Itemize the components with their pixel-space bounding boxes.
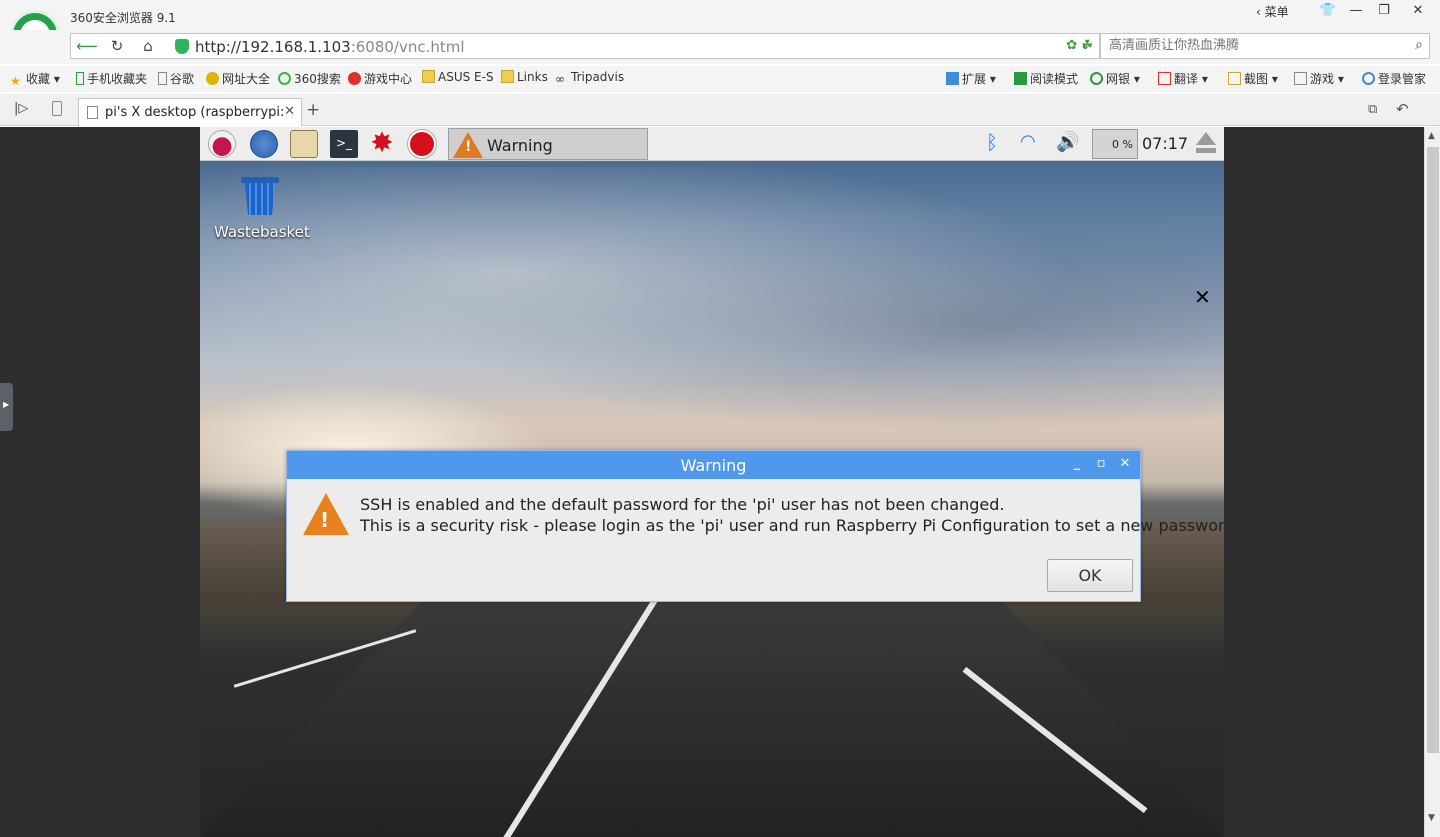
tool-translate[interactable]: 翻译 ▾	[1158, 70, 1208, 87]
page-icon	[87, 106, 98, 119]
bookmark-mobile[interactable]: 手机收藏夹	[76, 70, 147, 87]
page-content: ▶ >_ ✸ ! Warning ᛒ ◠ 🔊 0 % 07:17 Wasteba…	[0, 127, 1440, 837]
bookmark-asus[interactable]: ASUS E-S	[422, 70, 494, 84]
wifi-icon[interactable]: ◠	[1020, 131, 1036, 152]
key-icon	[1362, 72, 1375, 85]
wolfram-icon[interactable]	[406, 129, 438, 159]
dialog-titlebar[interactable]: Warning _ ▫ ✕	[287, 451, 1140, 479]
extensions-icon	[946, 72, 959, 85]
web-browser-icon[interactable]	[248, 129, 280, 159]
bookmark-links[interactable]: Links	[501, 70, 548, 84]
mathematica-icon[interactable]: ✸	[366, 129, 398, 159]
cpu-monitor: 0 %	[1092, 129, 1138, 159]
bluetooth-icon[interactable]: ᛒ	[986, 130, 998, 154]
wastebasket-label: Wastebasket	[214, 223, 310, 241]
taskbar-item-label: Warning	[487, 136, 553, 155]
lxde-panel: >_ ✸ ! Warning ᛒ ◠ 🔊 0 % 07:17	[200, 127, 1224, 161]
dialog-title: Warning	[680, 456, 747, 475]
scroll-up-icon[interactable]: ▲	[1428, 131, 1435, 141]
game-center-icon	[348, 72, 361, 85]
folder-icon	[501, 70, 514, 83]
reload-icon[interactable]: ↻	[104, 36, 130, 56]
page-icon	[158, 72, 167, 85]
scissors-icon	[1228, 72, 1241, 85]
browser-app-title: 360安全浏览器 9.1	[70, 11, 176, 25]
phone-icon	[76, 72, 84, 85]
security-shield-icon[interactable]	[175, 39, 189, 54]
terminal-icon[interactable]: >_	[328, 129, 360, 159]
menu-label: 菜单	[1264, 5, 1289, 19]
tab-label: pi's X desktop (raspberrypi:1)	[105, 105, 285, 120]
tab-vnc[interactable]: pi's X desktop (raspberrypi:1) ✕	[78, 98, 302, 126]
bookmark-favorites[interactable]: ★ 收藏 ▾	[10, 70, 60, 88]
gamepad-icon	[1294, 72, 1307, 85]
dialog-close-button[interactable]: ✕	[1115, 454, 1135, 474]
eject-icon[interactable]	[1196, 132, 1216, 145]
skin-icon[interactable]: 👕	[1314, 0, 1342, 22]
dialog-maximize-button[interactable]: ▫	[1091, 454, 1111, 474]
search-box[interactable]: ⌕	[1100, 33, 1430, 59]
wastebasket-desktop-item[interactable]: Wastebasket	[214, 177, 310, 241]
bookmark-google[interactable]: 谷歌	[158, 70, 194, 87]
scroll-down-icon[interactable]: ▼	[1428, 813, 1435, 823]
scrollbar-thumb[interactable]	[1427, 147, 1439, 753]
home-icon[interactable]: ⌂	[135, 36, 161, 56]
novnc-control-handle[interactable]: ▶	[0, 383, 13, 431]
volume-icon[interactable]: 🔊	[1056, 130, 1080, 153]
undo-close-icon[interactable]: ↶	[1396, 100, 1409, 118]
dialog-message-line2: This is a security risk - please login a…	[360, 516, 1224, 535]
bookmark-game-center[interactable]: 游戏中心	[348, 70, 412, 87]
address-row: ⟵ ↻ ⌂ http://192.168.1.103:6080/vnc.html…	[0, 30, 1440, 64]
vertical-scrollbar[interactable]: ▲ ▼	[1424, 127, 1440, 837]
address-bar[interactable]: ⟵ ↻ ⌂ http://192.168.1.103:6080/vnc.html…	[70, 33, 1100, 59]
tool-extensions[interactable]: 扩展 ▾	[946, 70, 996, 87]
bank-icon	[1090, 72, 1103, 85]
close-icon[interactable]: ✕	[1194, 285, 1211, 309]
restore-tab-icon[interactable]: ⧉	[1368, 102, 1377, 117]
dialog-message-line1: SSH is enabled and the default password …	[360, 495, 1005, 514]
trash-icon	[241, 177, 279, 217]
new-tab-button[interactable]: +	[306, 100, 320, 120]
minimize-button[interactable]: —	[1342, 0, 1370, 22]
tripadvisor-icon: ∞	[555, 72, 565, 86]
browser-titlebar: 360安全浏览器 9.1 ‹ 菜单 👕 — ❐ ✕	[0, 0, 1440, 30]
tool-games[interactable]: 游戏 ▾	[1294, 70, 1344, 87]
folder-icon	[422, 70, 435, 83]
hao360-icon	[206, 72, 219, 85]
mobile-sync-icon[interactable]	[52, 101, 62, 116]
tool-reader-mode[interactable]: 阅读模式	[1014, 70, 1078, 87]
browser-menu-button[interactable]: ‹ 菜单	[1256, 3, 1289, 20]
so360-icon	[278, 72, 291, 85]
back-icon[interactable]: ⟵	[74, 36, 100, 56]
search-icon[interactable]: ⌕	[1415, 37, 1423, 53]
restore-button[interactable]: ❐	[1370, 0, 1398, 22]
clock[interactable]: 07:17	[1142, 134, 1188, 153]
reader-icon	[1014, 72, 1027, 85]
url-history-dropdown-icon[interactable]: ⌄	[1080, 38, 1090, 52]
cpu-usage: 0 %	[1112, 138, 1133, 151]
star-icon: ★	[10, 74, 21, 88]
dialog-minimize-button[interactable]: _	[1067, 454, 1087, 474]
file-manager-icon[interactable]	[288, 129, 320, 159]
tab-strip: |▷ pi's X desktop (raspberrypi:1) ✕ + ⧉ …	[0, 94, 1440, 126]
bookmarks-bar: ★ 收藏 ▾ 手机收藏夹 谷歌 网址大全 360搜索 游戏中心 ASUS E-S …	[0, 66, 1440, 92]
translate-icon	[1158, 72, 1171, 85]
bookmark-hao360[interactable]: 网址大全	[206, 70, 270, 87]
bookmark-so360[interactable]: 360搜索	[278, 70, 341, 87]
ok-button[interactable]: OK	[1047, 559, 1133, 592]
raspberry-menu-icon[interactable]	[206, 129, 238, 159]
search-input[interactable]	[1109, 38, 1399, 53]
taskbar-item-warning[interactable]: ! Warning	[448, 128, 648, 160]
tool-screenshot[interactable]: 截图 ▾	[1228, 70, 1278, 87]
vnc-desktop[interactable]: >_ ✸ ! Warning ᛒ ◠ 🔊 0 % 07:17 Wastebask…	[200, 127, 1224, 837]
tab-close-icon[interactable]: ✕	[284, 104, 295, 119]
url-text[interactable]: http://192.168.1.103:6080/vnc.html	[195, 38, 465, 56]
tool-login-manager[interactable]: 登录管家	[1362, 70, 1426, 87]
bookmark-tripadvisor[interactable]: ∞ Tripadvis	[555, 70, 624, 86]
warning-dialog: Warning _ ▫ ✕ ! SSH is enabled and the d…	[286, 450, 1224, 602]
sidebar-toggle-icon[interactable]: |▷	[14, 101, 28, 116]
close-button[interactable]: ✕	[1404, 0, 1432, 22]
tool-bank[interactable]: 网银 ▾	[1090, 70, 1140, 87]
